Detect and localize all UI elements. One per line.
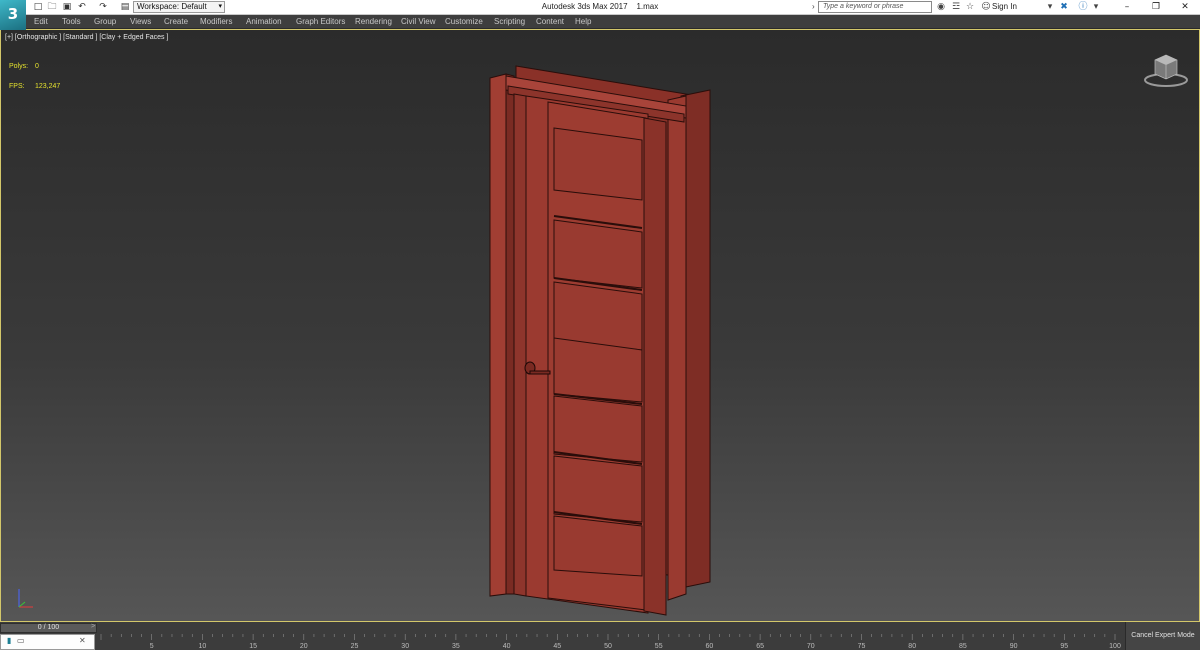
search-expand-icon[interactable]: ›: [812, 2, 815, 11]
timeline-tick-label: 25: [351, 643, 359, 650]
time-slider[interactable]: 0 / 100: [0, 623, 97, 633]
menu-rendering[interactable]: Rendering: [355, 17, 392, 26]
axis-tripod-icon: [18, 589, 33, 608]
favorites-star-icon[interactable]: ☆: [964, 1, 976, 13]
search-input[interactable]: Type a keyword or phrase: [818, 1, 932, 13]
menu-content[interactable]: Content: [536, 17, 564, 26]
close-icon[interactable]: ✕: [1171, 0, 1199, 15]
menu-graph-editors[interactable]: Graph Editors: [296, 17, 345, 26]
menu-help[interactable]: Help: [575, 17, 591, 26]
polys-stat: Polys: 0: [9, 63, 39, 70]
menu-scripting[interactable]: Scripting: [494, 17, 525, 26]
time-slider-label: 0 / 100: [37, 624, 60, 631]
timeline-tick-label: 5: [150, 643, 154, 650]
binoculars-icon[interactable]: ◉: [935, 1, 947, 13]
polys-value: 0: [35, 63, 39, 70]
menu-modifiers[interactable]: Modifiers: [200, 17, 232, 26]
timeline-tick-label: 35: [452, 643, 460, 650]
listener-icon: ▭: [17, 636, 25, 645]
timeline-tick-label: 45: [553, 643, 561, 650]
exchange-apps-icon[interactable]: ✖: [1058, 1, 1070, 13]
timeline-tick-label: 95: [1060, 643, 1068, 650]
polys-label: Polys:: [9, 63, 29, 70]
slider-next-icon[interactable]: >: [91, 623, 95, 630]
menu-edit[interactable]: Edit: [34, 17, 48, 26]
redo-icon[interactable]: ↷: [97, 2, 109, 13]
fps-value: 123,247: [35, 83, 61, 90]
chevron-down-icon[interactable]: ▾: [1090, 1, 1102, 13]
undo-icon[interactable]: ↶: [76, 2, 88, 13]
workspace-label: Workspace: Default: [137, 2, 207, 11]
app-title: Autodesk 3ds Max 2017: [541, 2, 628, 11]
menu-bar: Edit Tools Group Views Create Modifiers …: [0, 15, 1200, 29]
communication-center-icon[interactable]: ☲: [950, 1, 962, 13]
timeline-tick-label: 50: [604, 643, 612, 650]
user-icon: ☺: [981, 2, 991, 12]
timeline-tick-label: 90: [1010, 643, 1018, 650]
workspace-dropdown[interactable]: Workspace: Default ▾: [133, 1, 225, 13]
cancel-expert-mode-button[interactable]: Cancel Expert Mode: [1125, 622, 1200, 650]
minimize-icon[interactable]: –: [1113, 0, 1141, 15]
open-file-icon[interactable]: 🗀: [46, 2, 58, 13]
timeline-tick-label: 40: [503, 643, 511, 650]
menu-create[interactable]: Create: [164, 17, 188, 26]
fps-stat: FPS: 123,247: [9, 83, 60, 90]
app-logo-button[interactable]: 3: [0, 0, 26, 30]
timeline-tick-label: 10: [199, 643, 207, 650]
menu-group[interactable]: Group: [94, 17, 116, 26]
timeline-tick-label: 15: [249, 643, 257, 650]
perspective-viewport[interactable]: [+] [Orthographic ] [Standard ] [Clay + …: [0, 29, 1200, 622]
timeline-tick-label: 70: [807, 643, 815, 650]
sign-in-button[interactable]: Sign In: [992, 1, 1017, 13]
timeline-area: < 0 / 100 > ▮ ▭ ✕ 5101520253035404550556…: [0, 622, 1200, 650]
menu-civil-view[interactable]: Civil View: [401, 17, 436, 26]
maxscript-mini-listener[interactable]: ▮ ▭ ✕: [0, 634, 95, 650]
track-bar[interactable]: 5 10 15 20 25 30 35 40 45 50 55 60 65 70 75 80 85 90 95 100: [97, 634, 1125, 650]
close-icon[interactable]: ✕: [79, 636, 86, 645]
file-name: 1.max: [636, 2, 659, 11]
menu-customize[interactable]: Customize: [445, 17, 483, 26]
timeline-tick-label: 65: [756, 643, 764, 650]
viewport-label-menu[interactable]: [+] [Orthographic ] [Standard ] [Clay + …: [5, 34, 168, 41]
title-bar: 3 □ 🗀 ▣ ↶ ↷ ▤ Workspace: Default ▾ Autod…: [0, 0, 1200, 30]
timeline-tick-label: 75: [858, 643, 866, 650]
timeline-tick-label: 85: [959, 643, 967, 650]
timeline-tick-label: 55: [655, 643, 663, 650]
timeline-tick-label: 20: [300, 643, 308, 650]
save-icon[interactable]: ▣: [61, 2, 73, 13]
viewcube-icon[interactable]: [1141, 50, 1191, 90]
menu-animation[interactable]: Animation: [246, 17, 282, 26]
timeline-tick-label: 60: [706, 643, 714, 650]
new-file-icon[interactable]: □: [32, 2, 44, 13]
door-model[interactable]: [486, 60, 716, 622]
timeline-tick-label: 30: [401, 643, 409, 650]
fps-label: FPS:: [9, 83, 25, 90]
maxscript-icon: ▮: [7, 636, 12, 645]
restore-icon[interactable]: ❐: [1142, 0, 1170, 15]
track-bar-ruler: 5 10 15 20 25 30 35 40 45 50 55 60 65 70 75 80 85 90 95 100: [100, 634, 1121, 650]
timeline-tick-label: 100: [1109, 643, 1121, 650]
menu-views[interactable]: Views: [130, 17, 151, 26]
chevron-down-icon: ▾: [218, 3, 222, 10]
menu-tools[interactable]: Tools: [62, 17, 81, 26]
help-icon[interactable]: ⓘ: [1077, 1, 1089, 13]
timeline-tick-label: 80: [908, 643, 916, 650]
chevron-down-icon[interactable]: ▾: [1044, 1, 1056, 13]
project-folder-icon[interactable]: ▤: [119, 2, 131, 13]
